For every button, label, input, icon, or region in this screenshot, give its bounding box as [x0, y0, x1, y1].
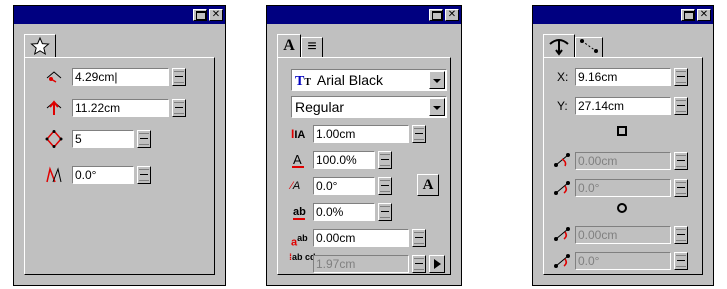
handle-1-length-field[interactable]: 0.00cm	[575, 152, 671, 170]
tab-node-edit[interactable]	[543, 34, 575, 58]
font-name-select[interactable]: TT Arial Black	[291, 69, 447, 91]
slant-angle-field[interactable]: 0.0°	[313, 177, 375, 195]
handle-1-angle-field[interactable]: 0.0°	[575, 179, 671, 197]
x-coordinate-spinner[interactable]	[674, 68, 688, 86]
line-spacing-more-button[interactable]	[429, 255, 445, 273]
tab-star[interactable]	[24, 34, 56, 58]
baseline-shift-icon: aab	[291, 233, 308, 249]
handle-1-length-spinner[interactable]	[674, 152, 688, 170]
truetype-icon: T	[295, 74, 305, 89]
chevron-down-icon[interactable]	[429, 98, 445, 116]
x-coordinate-field[interactable]: 9.16cm	[575, 68, 671, 86]
font-attributes-button[interactable]: A	[417, 174, 439, 196]
title-bar[interactable]: ✕	[533, 6, 713, 24]
handle-length-icon	[554, 153, 570, 167]
minimize-button[interactable]	[681, 9, 695, 21]
line-spacing-icon: ⁞ab cd	[289, 252, 316, 262]
tab-paragraph[interactable]: ≡	[301, 37, 323, 57]
outer-radius-field[interactable]: 11.22cm	[72, 99, 169, 117]
baseline-shift-spinner[interactable]	[412, 229, 426, 247]
tab-control-points[interactable]	[575, 37, 603, 57]
angle-spinner[interactable]	[137, 166, 151, 184]
outer-radius-spinner[interactable]	[172, 99, 186, 117]
star-outer-radius-icon	[46, 100, 62, 115]
text-tool-window: ✕ A ≡ TT Arial Black Regular IIA 1.00cm …	[266, 5, 462, 286]
handle-1-angle-spinner[interactable]	[674, 179, 688, 197]
circle-node-icon	[617, 203, 627, 213]
font-size-icon: IIA	[291, 127, 306, 141]
close-button[interactable]: ✕	[697, 9, 711, 21]
close-button[interactable]: ✕	[445, 9, 459, 21]
points-spinner[interactable]	[137, 130, 151, 148]
handle-length-icon	[554, 227, 570, 241]
slant-angle-spinner[interactable]	[378, 177, 392, 195]
point-tool-window: ✕ X: 9.16cm Y: 27.14cm 0.00cm 0.0° 0.00c…	[532, 5, 714, 286]
chevron-down-icon[interactable]	[429, 71, 445, 89]
star-icon	[30, 36, 50, 56]
star-angle-icon	[46, 166, 62, 183]
y-label: Y:	[557, 99, 568, 113]
inner-radius-spinner[interactable]	[172, 68, 186, 86]
play-arrow-icon	[434, 259, 441, 269]
title-bar[interactable]: ✕	[267, 6, 461, 24]
y-coordinate-spinner[interactable]	[674, 97, 688, 115]
handle-2-length-field[interactable]: 0.00cm	[575, 226, 671, 244]
handle-2-angle-field[interactable]: 0.0°	[575, 252, 671, 270]
handle-2-angle-spinner[interactable]	[674, 252, 688, 270]
square-node-icon	[617, 126, 627, 136]
truetype-icon-secondary: T	[304, 77, 312, 88]
angle-field[interactable]: 0.0°	[72, 166, 134, 184]
character-spacing-spinner[interactable]	[378, 203, 392, 221]
slant-angle-icon: ⁄A	[291, 180, 301, 192]
handle-angle-icon	[554, 181, 570, 195]
inner-radius-field[interactable]: 4.29cm|	[72, 68, 169, 86]
minimize-button[interactable]	[429, 9, 443, 21]
node-edit-icon	[549, 39, 569, 56]
line-spacing-field[interactable]: 1.97cm	[313, 255, 409, 273]
character-spacing-field[interactable]: 0.0%	[313, 203, 375, 221]
title-bar[interactable]: ✕	[14, 6, 225, 24]
points-field[interactable]: 5	[72, 130, 134, 148]
handle-2-length-spinner[interactable]	[674, 226, 688, 244]
minimize-button[interactable]	[193, 9, 207, 21]
close-button[interactable]: ✕	[209, 9, 223, 21]
star-tool-window: ✕ 4.29cm| 11.22cm 5 0.0°	[13, 5, 226, 286]
tab-character[interactable]: A	[277, 34, 301, 58]
y-coordinate-field[interactable]: 27.14cm	[575, 97, 671, 115]
font-style-value: Regular	[295, 99, 345, 115]
font-name-value: Arial Black	[316, 72, 384, 88]
horizontal-scale-field[interactable]: 100.0%	[313, 151, 375, 169]
handle-angle-icon	[554, 254, 570, 268]
x-label: X:	[557, 70, 569, 84]
baseline-shift-field[interactable]: 0.00cm	[313, 229, 409, 247]
font-size-spinner[interactable]	[412, 125, 426, 143]
line-spacing-spinner[interactable]	[412, 255, 426, 273]
font-size-field[interactable]: 1.00cm	[313, 125, 409, 143]
control-points-icon	[580, 39, 598, 53]
star-inner-radius-icon	[46, 71, 62, 83]
horizontal-scale-spinner[interactable]	[378, 151, 392, 169]
star-points-icon	[45, 130, 63, 148]
font-style-select[interactable]: Regular	[291, 96, 447, 118]
